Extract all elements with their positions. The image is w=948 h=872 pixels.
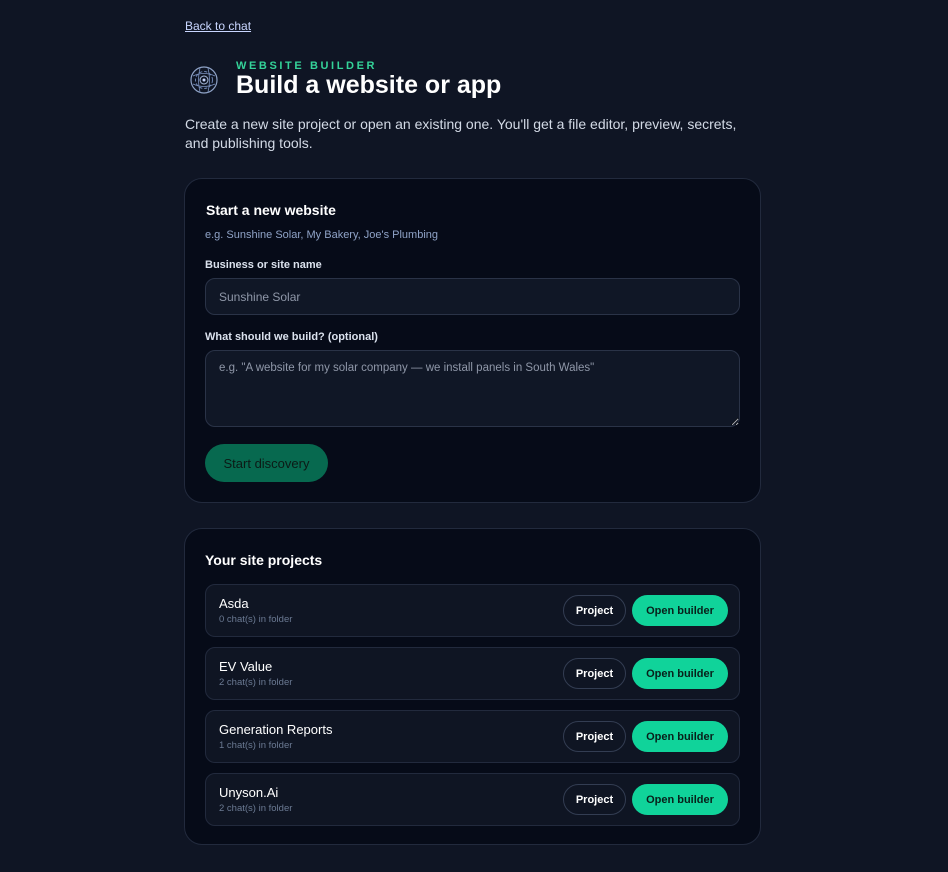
site-projects-card: Your site projects Asda 0 chat(s) in fol… [184, 528, 761, 845]
name-examples-hint: e.g. Sunshine Solar, My Bakery, Joe's Pl… [205, 229, 439, 241]
project-chat-count: 1 chat(s) in folder [219, 740, 293, 751]
site-name-input[interactable] [205, 278, 740, 315]
project-row: Unyson.Ai 2 chat(s) in folder Project Op… [205, 773, 740, 826]
build-description-textarea[interactable] [205, 350, 740, 427]
project-list: Asda 0 chat(s) in folder Project Open bu… [205, 584, 740, 836]
project-name: EV Value [219, 659, 273, 674]
open-builder-button[interactable]: Open builder [632, 595, 728, 626]
project-row: Generation Reports 1 chat(s) in folder P… [205, 710, 740, 763]
project-name: Generation Reports [219, 722, 333, 737]
back-to-chat-link[interactable]: Back to chat [185, 19, 251, 33]
project-row: EV Value 2 chat(s) in folder Project Ope… [205, 647, 740, 700]
project-button[interactable]: Project [563, 721, 626, 752]
website-builder-page: Back to chat WEBSITE BUILDER Build a web… [0, 0, 948, 872]
new-website-card: Start a new website e.g. Sunshine Solar,… [184, 178, 761, 503]
site-name-label: Business or site name [205, 259, 322, 271]
project-button[interactable]: Project [563, 784, 626, 815]
project-button[interactable]: Project [563, 595, 626, 626]
project-chat-count: 2 chat(s) in folder [219, 803, 293, 814]
project-chat-count: 2 chat(s) in folder [219, 677, 293, 688]
globe-circuit-icon [190, 66, 218, 94]
new-website-title: Start a new website [206, 202, 336, 218]
site-projects-title: Your site projects [205, 552, 323, 568]
open-builder-button[interactable]: Open builder [632, 784, 728, 815]
open-builder-button[interactable]: Open builder [632, 658, 728, 689]
project-name: Unyson.Ai [219, 785, 279, 800]
project-name: Asda [219, 596, 249, 611]
page-description: Create a new site project or open an exi… [185, 116, 737, 151]
project-button[interactable]: Project [563, 658, 626, 689]
start-discovery-button[interactable]: Start discovery [205, 444, 328, 482]
project-row: Asda 0 chat(s) in folder Project Open bu… [205, 584, 740, 637]
build-description-label: What should we build? (optional) [205, 331, 378, 343]
open-builder-button[interactable]: Open builder [632, 721, 728, 752]
page-title: Build a website or app [236, 71, 502, 99]
project-chat-count: 0 chat(s) in folder [219, 614, 293, 625]
